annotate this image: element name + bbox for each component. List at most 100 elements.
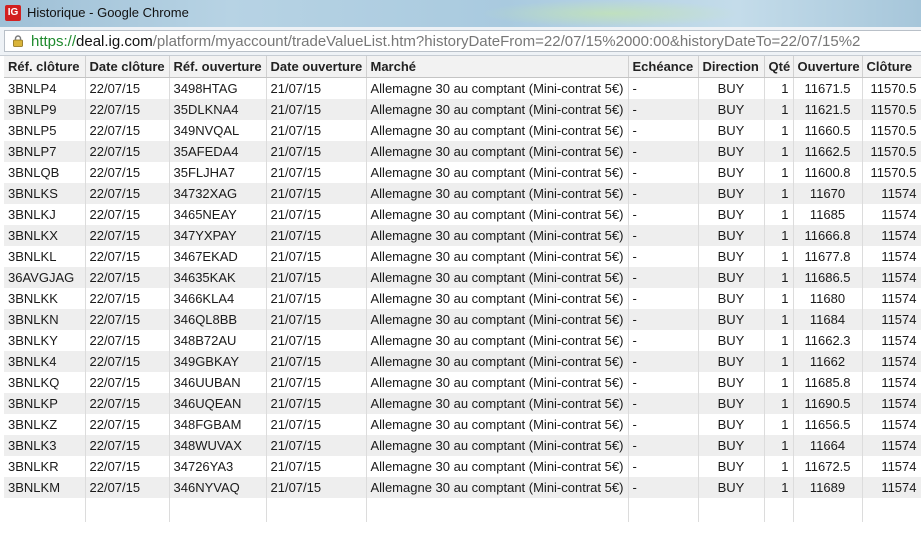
cell-ref-cloture: 3BNLKM [4, 477, 86, 498]
cell-ref-ouverture: 3466KLA4 [169, 288, 267, 309]
table-row[interactable]: 3BNLKJ 22/07/15 3465NEAY 21/07/15 Allemagne … [4, 204, 921, 225]
cell-echeance: - [628, 141, 699, 162]
header-date-cloture[interactable]: Date clôture [85, 56, 170, 78]
cell-date-cloture: 22/07/15 [85, 267, 170, 288]
cell-cloture: 11570.5 [862, 141, 921, 162]
table-body: 3BNLP4 22/07/15 3498HTAG 21/07/15 Allemagne … [4, 77, 921, 522]
header-ref-cloture[interactable]: Réf. clôture [4, 56, 86, 78]
cell-ref-ouverture: 346UUBAN [169, 372, 267, 393]
cell-echeance: - [628, 372, 699, 393]
cell-qte: 1 [764, 414, 794, 435]
cell-direction: BUY [698, 267, 765, 288]
cell-ref-cloture: 3BNLQB [4, 162, 86, 183]
cell-echeance: - [628, 246, 699, 267]
cell-echeance: - [628, 204, 699, 225]
header-date-ouverture[interactable]: Date ouverture [266, 56, 367, 78]
header-direction[interactable]: Direction [698, 56, 765, 78]
url-host: deal.ig.com [76, 33, 153, 50]
header-ref-ouverture[interactable]: Réf. ouverture [169, 56, 267, 78]
empty-cell [698, 498, 765, 522]
cell-ouverture: 11685 [793, 204, 863, 225]
cell-qte: 1 [764, 309, 794, 330]
cell-qte: 1 [764, 162, 794, 183]
cell-marche: Allemagne 30 au comptant (Mini-contrat 5… [366, 414, 629, 435]
cell-cloture: 11574 [862, 393, 921, 414]
cell-date-cloture: 22/07/15 [85, 477, 170, 498]
cell-ref-cloture: 3BNLKS [4, 183, 86, 204]
cell-cloture: 11574 [862, 330, 921, 351]
table-row[interactable]: 3BNLP9 22/07/15 35DLKNA4 21/07/15 Allemagne … [4, 99, 921, 120]
cell-ref-ouverture: 35DLKNA4 [169, 99, 267, 120]
cell-date-ouverture: 21/07/15 [266, 435, 367, 456]
cell-ref-cloture: 3BNLP5 [4, 120, 86, 141]
cell-echeance: - [628, 456, 699, 477]
cell-date-cloture: 22/07/15 [85, 99, 170, 120]
cell-ref-ouverture: 346UQEAN [169, 393, 267, 414]
cell-date-cloture: 22/07/15 [85, 77, 170, 99]
cell-echeance: - [628, 414, 699, 435]
cell-direction: BUY [698, 99, 765, 120]
cell-ref-cloture: 3BNLKP [4, 393, 86, 414]
table-row[interactable]: 3BNLP7 22/07/15 35AFEDA4 21/07/15 Allemagne … [4, 141, 921, 162]
cell-marche: Allemagne 30 au comptant (Mini-contrat 5… [366, 77, 629, 99]
cell-ref-ouverture: 346NYVAQ [169, 477, 267, 498]
table-row[interactable]: 3BNLKQ 22/07/15 346UUBAN 21/07/15 Allemagne … [4, 372, 921, 393]
cell-direction: BUY [698, 183, 765, 204]
lock-icon[interactable] [12, 35, 24, 47]
cell-date-ouverture: 21/07/15 [266, 351, 367, 372]
table-row[interactable]: 3BNLKP 22/07/15 346UQEAN 21/07/15 Allemagne … [4, 393, 921, 414]
cell-date-ouverture: 21/07/15 [266, 267, 367, 288]
url-text[interactable]: https://deal.ig.com/platform/myaccount/t… [31, 32, 860, 51]
cell-echeance: - [628, 477, 699, 498]
table-row[interactable]: 3BNLKN 22/07/15 346QL8BB 21/07/15 Allemagne … [4, 309, 921, 330]
cell-date-cloture: 22/07/15 [85, 435, 170, 456]
header-cloture[interactable]: Clôture [862, 56, 921, 78]
cell-marche: Allemagne 30 au comptant (Mini-contrat 5… [366, 393, 629, 414]
table-row[interactable]: 3BNLK4 22/07/15 349GBKAY 21/07/15 Allemagne … [4, 351, 921, 372]
table-row[interactable]: 3BNLK3 22/07/15 348WUVAX 21/07/15 Allemagne … [4, 435, 921, 456]
cell-date-cloture: 22/07/15 [85, 351, 170, 372]
table-row[interactable]: 3BNLP5 22/07/15 349NVQAL 21/07/15 Allemagne … [4, 120, 921, 141]
cell-ref-cloture: 3BNLP7 [4, 141, 86, 162]
cell-ouverture: 11684 [793, 309, 863, 330]
header-qte[interactable]: Qté [764, 56, 794, 78]
cell-ref-cloture: 3BNLKZ [4, 414, 86, 435]
table-row[interactable]: 3BNLKR 22/07/15 34726YA3 21/07/15 Allemagne … [4, 456, 921, 477]
table-row[interactable]: 3BNLKX 22/07/15 347YXPAY 21/07/15 Allemagne … [4, 225, 921, 246]
cell-ref-cloture: 3BNLKY [4, 330, 86, 351]
cell-echeance: - [628, 288, 699, 309]
cell-ref-cloture: 3BNLKR [4, 456, 86, 477]
table-row[interactable]: 3BNLP4 22/07/15 3498HTAG 21/07/15 Allemagne … [4, 77, 921, 99]
title-bar-glow [480, 0, 740, 27]
cell-ouverture: 11662.5 [793, 141, 863, 162]
cell-ref-ouverture: 35FLJHA7 [169, 162, 267, 183]
cell-echeance: - [628, 330, 699, 351]
table-row[interactable]: 3BNLKL 22/07/15 3467EKAD 21/07/15 Allemagne … [4, 246, 921, 267]
cell-date-ouverture: 21/07/15 [266, 120, 367, 141]
table-row[interactable]: 3BNLKZ 22/07/15 348FGBAM 21/07/15 Allemagne … [4, 414, 921, 435]
table-row[interactable]: 3BNLKY 22/07/15 348B72AU 21/07/15 Allemagne … [4, 330, 921, 351]
cell-direction: BUY [698, 477, 765, 498]
header-marche[interactable]: Marché [366, 56, 629, 78]
ig-app-icon[interactable]: IG [5, 5, 21, 21]
url-field[interactable]: https://deal.ig.com/platform/myaccount/t… [4, 30, 921, 52]
cell-date-cloture: 22/07/15 [85, 330, 170, 351]
table-row[interactable]: 3BNLKS 22/07/15 34732XAG 21/07/15 Allemagne … [4, 183, 921, 204]
header-ouverture[interactable]: Ouverture [793, 56, 863, 78]
table-row[interactable]: 3BNLKM 22/07/15 346NYVAQ 21/07/15 Allemagne … [4, 477, 921, 498]
header-echeance[interactable]: Echéance [628, 56, 699, 78]
title-bar[interactable]: IG Historique - Google Chrome [0, 0, 921, 27]
table-row[interactable]: 3BNLKK 22/07/15 3466KLA4 21/07/15 Allemagne … [4, 288, 921, 309]
cell-ouverture: 11685.8 [793, 372, 863, 393]
cell-ouverture: 11662.3 [793, 330, 863, 351]
cell-ouverture: 11677.8 [793, 246, 863, 267]
cell-ref-cloture: 3BNLK4 [4, 351, 86, 372]
cell-echeance: - [628, 435, 699, 456]
cell-cloture: 11574 [862, 204, 921, 225]
url-path: /platform/myaccount/tradeValueList.htm?h… [152, 33, 861, 50]
table-row[interactable]: 3BNLQB 22/07/15 35FLJHA7 21/07/15 Allemagne … [4, 162, 921, 183]
cell-ref-cloture: 3BNLKN [4, 309, 86, 330]
cell-ref-ouverture: 34726YA3 [169, 456, 267, 477]
table-row[interactable]: 36AVGJAG 22/07/15 34635KAK 21/07/15 Allemagn… [4, 267, 921, 288]
trade-history-table: Réf. clôture Date clôture Réf. ouverture… [4, 56, 921, 522]
